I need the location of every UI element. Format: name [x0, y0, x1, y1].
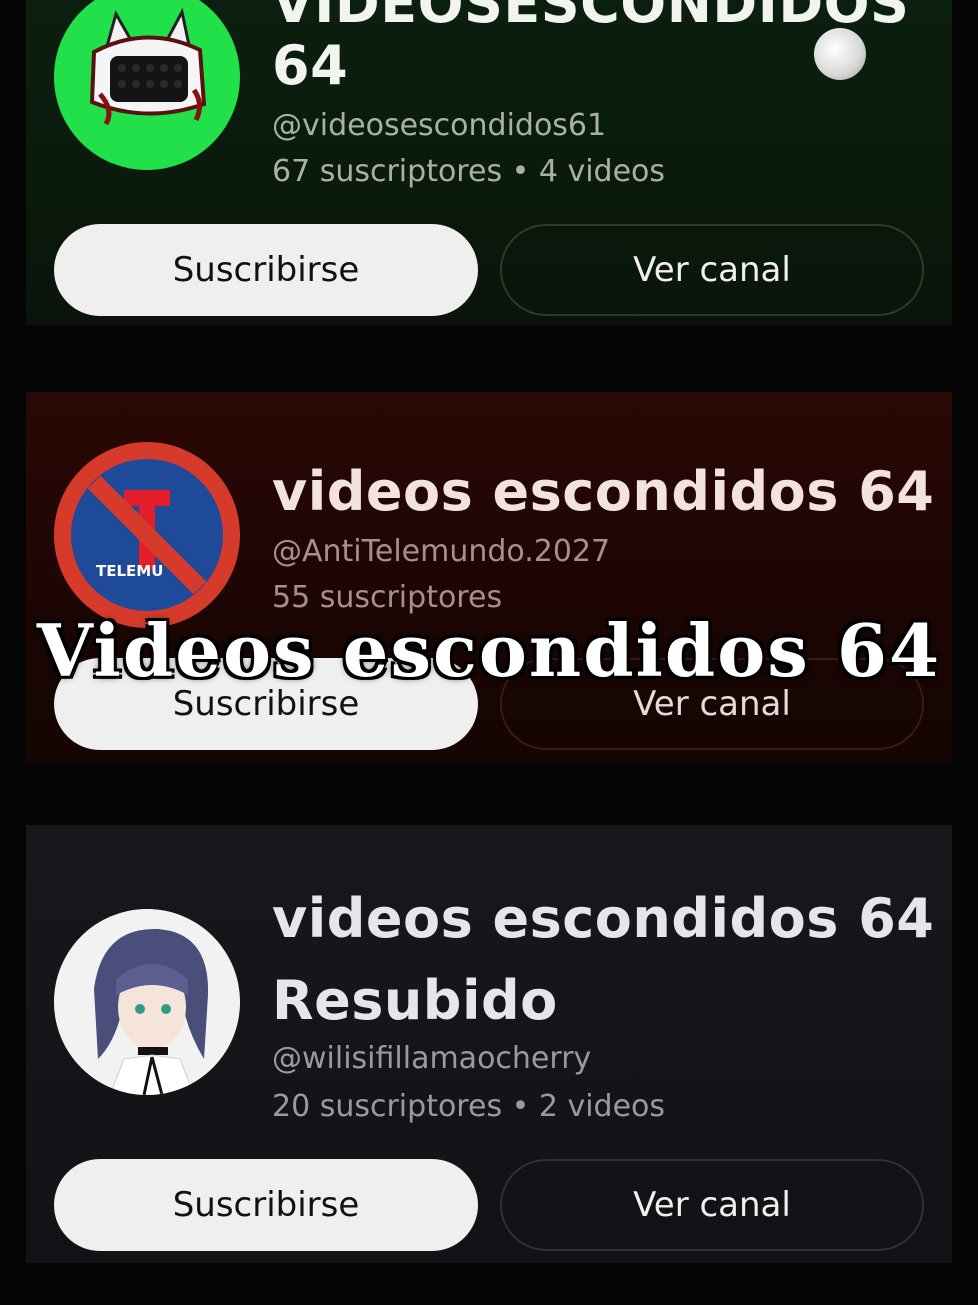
- channel-title: videos escondidos 64: [272, 887, 935, 950]
- channel-handle: @AntiTelemundo.2027: [272, 534, 611, 569]
- channel-handle: @videosescondidos61: [272, 108, 607, 143]
- channel-card-3[interactable]: videos escondidos 64 Resubido @wilisifil…: [26, 825, 952, 1263]
- monster-face-icon[interactable]: [54, 0, 240, 170]
- view-channel-button[interactable]: Ver canal: [500, 1159, 924, 1251]
- subscribe-button[interactable]: Suscribirse: [54, 1159, 478, 1251]
- anime-girl-avatar-icon[interactable]: [54, 909, 240, 1095]
- channel-stats: 20 suscriptores • 2 videos: [272, 1089, 666, 1124]
- channel-stats: 67 suscriptores • 4 videos: [272, 154, 666, 189]
- channel-title: videos escondidos 64: [272, 460, 935, 523]
- overlay-caption: Videos escondidos 64: [36, 608, 942, 693]
- prohibited-telemundo-icon[interactable]: TELEMU: [54, 442, 240, 628]
- channel-title-line2: Resubido: [272, 969, 558, 1032]
- channel-card-2[interactable]: TELEMU videos escondidos 64 @AntiTelemun…: [26, 392, 952, 762]
- channel-card-1[interactable]: VIDEOSESCONDIDOS 64 @videosescondidos61 …: [26, 0, 952, 325]
- subscribe-button[interactable]: Suscribirse: [54, 224, 478, 316]
- indicator-dot: [814, 28, 866, 80]
- channel-handle: @wilisifillamaocherry: [272, 1041, 592, 1076]
- view-channel-button[interactable]: Ver canal: [500, 224, 924, 316]
- svg-text:TELEMU: TELEMU: [96, 562, 163, 580]
